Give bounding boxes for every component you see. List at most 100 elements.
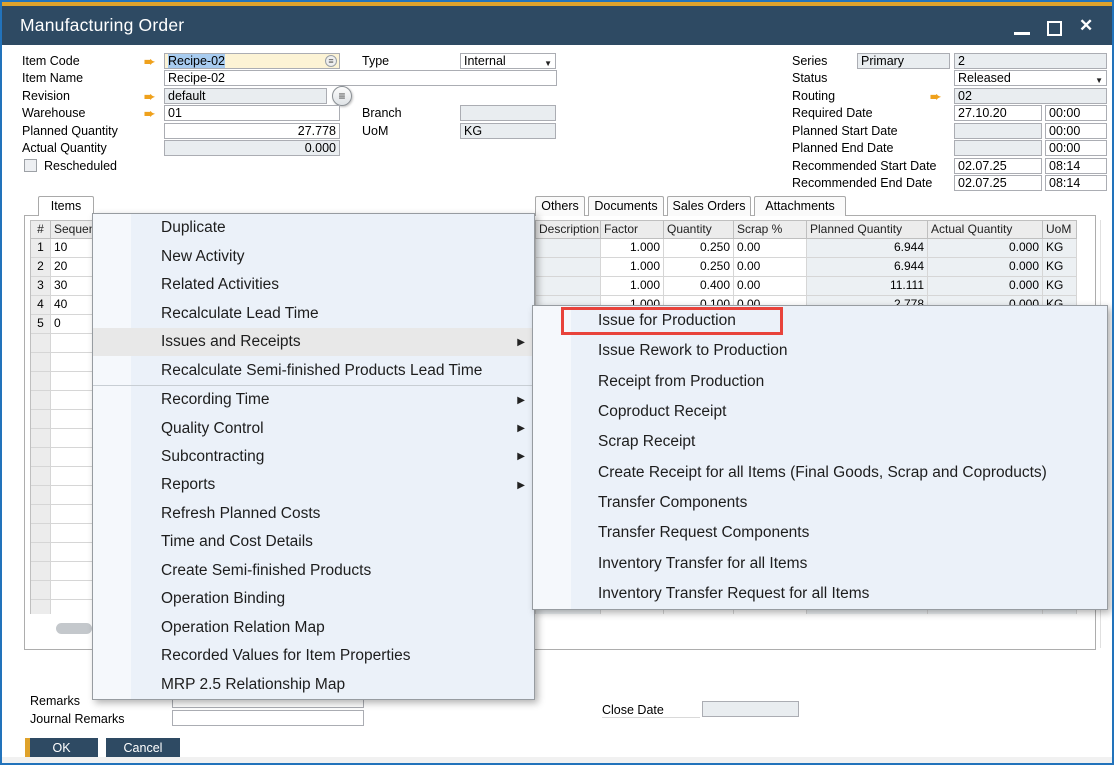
context-menu-item[interactable]: Subcontracting▶	[93, 443, 534, 471]
grid-cell[interactable]	[51, 391, 93, 410]
grid-cell[interactable]	[51, 562, 93, 581]
context-menu-item[interactable]: Issues and Receipts▶	[93, 328, 534, 356]
recommended-start-time-field[interactable]: 08:14	[1045, 158, 1107, 174]
grid-cell[interactable]: 0.000	[928, 277, 1043, 296]
grid-header-cell[interactable]: Factor	[601, 220, 664, 239]
grid-cell[interactable]: 0.000	[928, 258, 1043, 277]
minimize-icon[interactable]	[1014, 32, 1030, 35]
grid-cell[interactable]	[51, 334, 93, 353]
grid-cell[interactable]: 5	[31, 315, 51, 334]
context-menu-item[interactable]: Refresh Planned Costs	[93, 500, 534, 528]
grid-cell[interactable]: 0.00	[734, 277, 807, 296]
submenu-item[interactable]: Transfer Request Components	[533, 518, 1107, 548]
ok-button[interactable]: OK	[25, 738, 98, 759]
grid-cell[interactable]	[51, 410, 93, 429]
grid-cell[interactable]: 1.000	[601, 258, 664, 277]
planned-start-time-field[interactable]: 00:00	[1045, 123, 1107, 139]
rescheduled-checkbox[interactable]	[24, 159, 37, 172]
planned-end-time-field[interactable]: 00:00	[1045, 140, 1107, 156]
routing-link-arrow-icon[interactable]: ➨	[930, 90, 941, 103]
cancel-button[interactable]: Cancel	[106, 738, 180, 759]
grid-cell[interactable]	[51, 524, 93, 543]
submenu-item[interactable]: Create Receipt for all Items (Final Good…	[533, 457, 1107, 487]
close-icon[interactable]: ✕	[1079, 16, 1093, 36]
grid-cell[interactable]	[51, 353, 93, 372]
warehouse-link-arrow-icon[interactable]: ➨	[144, 107, 155, 120]
grid-cell[interactable]	[536, 258, 601, 277]
grid-header-cell[interactable]: UoM	[1043, 220, 1077, 239]
grid-cell[interactable]: 20	[51, 258, 93, 277]
tab-items[interactable]: Items	[38, 196, 94, 216]
close-date-field[interactable]	[702, 701, 799, 717]
grid-cell[interactable]	[51, 429, 93, 448]
grid-cell[interactable]: 6.944	[807, 239, 928, 258]
tab-others[interactable]: Others	[535, 196, 585, 216]
type-dropdown[interactable]: Internal ▼	[460, 53, 556, 69]
grid-header-cell[interactable]: Planned Quantity	[807, 220, 928, 239]
grid-cell[interactable]	[51, 372, 93, 391]
submenu-item[interactable]: Receipt from Production	[533, 367, 1107, 397]
revision-list-button[interactable]: ≡	[332, 86, 352, 106]
context-menu-item[interactable]: Recording Time▶	[93, 386, 534, 414]
planned-start-date-field[interactable]	[954, 123, 1042, 139]
context-menu-item[interactable]: Time and Cost Details	[93, 528, 534, 556]
recommended-end-date-field[interactable]: 02.07.25	[954, 175, 1042, 191]
context-menu-item[interactable]: MRP 2.5 Relationship Map	[93, 671, 534, 699]
grid-cell[interactable]	[536, 239, 601, 258]
grid-header-cell[interactable]: #	[31, 220, 51, 239]
context-menu-item[interactable]: Recalculate Lead Time	[93, 299, 534, 327]
grid-cell[interactable]: KG	[1043, 277, 1077, 296]
grid-cell[interactable]: 2	[31, 258, 51, 277]
grid-cell[interactable]	[51, 448, 93, 467]
grid-cell[interactable]	[51, 581, 93, 600]
grid-header-cell[interactable]: Quantity	[664, 220, 734, 239]
grid-cell[interactable]: 6.944	[807, 258, 928, 277]
grid-header-cell[interactable]: Scrap %	[734, 220, 807, 239]
context-menu-item[interactable]: Create Semi-finished Products	[93, 557, 534, 585]
grid-cell[interactable]: 1.000	[601, 239, 664, 258]
grid-cell[interactable]	[31, 448, 51, 467]
grid-cell[interactable]	[31, 353, 51, 372]
submenu-item[interactable]: Coproduct Receipt	[533, 397, 1107, 427]
branch-field[interactable]	[460, 105, 556, 121]
grid-cell[interactable]	[31, 486, 51, 505]
context-menu-item[interactable]: New Activity	[93, 242, 534, 270]
grid-cell[interactable]	[31, 334, 51, 353]
grid-cell[interactable]: 3	[31, 277, 51, 296]
grid-cell[interactable]	[31, 581, 51, 600]
series-field[interactable]: Primary	[857, 53, 950, 69]
grid-cell[interactable]: 0.00	[734, 258, 807, 277]
recommended-start-date-field[interactable]: 02.07.25	[954, 158, 1042, 174]
grid-cell[interactable]	[31, 524, 51, 543]
grid-cell[interactable]	[51, 505, 93, 524]
maximize-icon[interactable]	[1047, 21, 1062, 36]
grid-cell[interactable]: 0.400	[664, 277, 734, 296]
routing-field[interactable]: 02	[954, 88, 1107, 104]
grid-cell[interactable]	[536, 277, 601, 296]
submenu-item[interactable]: Scrap Receipt	[533, 427, 1107, 457]
required-time-field[interactable]: 00:00	[1045, 105, 1107, 121]
grid-cell[interactable]	[31, 562, 51, 581]
grid-cell[interactable]: 0.250	[664, 239, 734, 258]
journal-remarks-field[interactable]	[172, 710, 364, 726]
uom-field[interactable]: KG	[460, 123, 556, 139]
grid-cell[interactable]	[51, 486, 93, 505]
context-menu-item[interactable]: Reports▶	[93, 471, 534, 499]
grid-cell[interactable]	[31, 372, 51, 391]
grid-cell[interactable]	[31, 467, 51, 486]
grid-cell[interactable]: 0	[51, 315, 93, 334]
grid-cell[interactable]: 30	[51, 277, 93, 296]
recommended-end-time-field[interactable]: 08:14	[1045, 175, 1107, 191]
grid-cell[interactable]: 0.000	[928, 239, 1043, 258]
horizontal-scrollbar-thumb[interactable]	[56, 623, 92, 634]
grid-header-cell[interactable]: Actual Quantity	[928, 220, 1043, 239]
tab-documents[interactable]: Documents	[588, 196, 664, 216]
planned-end-date-field[interactable]	[954, 140, 1042, 156]
submenu-item[interactable]: Issue for Production	[533, 306, 1107, 336]
grid-cell[interactable]	[51, 543, 93, 562]
grid-cell[interactable]	[51, 600, 93, 614]
actual-quantity-field[interactable]: 0.000	[164, 140, 340, 156]
tab-sales-orders[interactable]: Sales Orders	[667, 196, 751, 216]
choose-from-list-icon[interactable]: ≡	[325, 55, 337, 67]
item-code-link-arrow-icon[interactable]: ➨	[144, 55, 155, 68]
